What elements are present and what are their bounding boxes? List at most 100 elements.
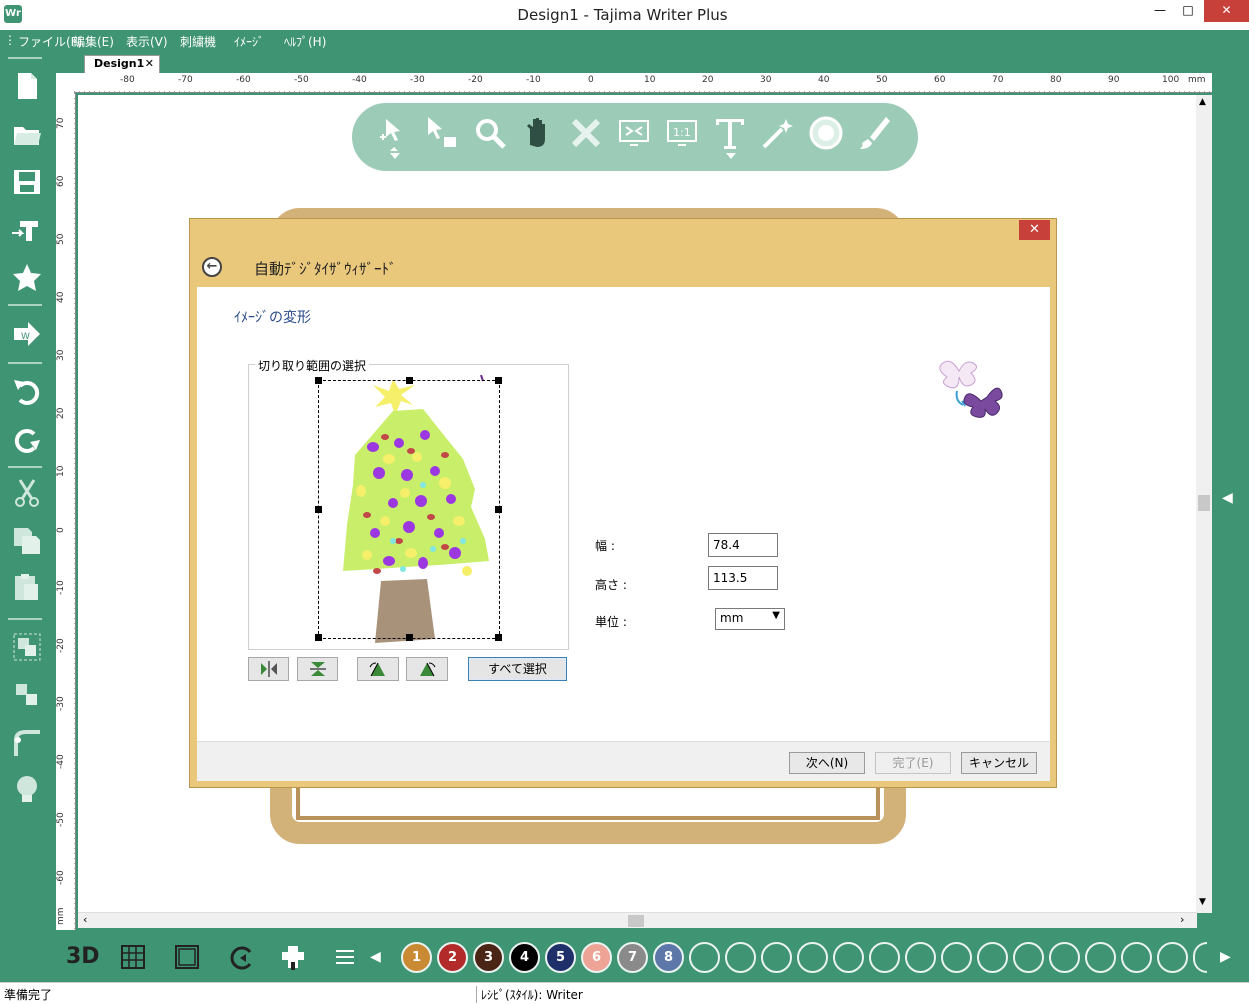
- crop-handle-bottom[interactable]: [406, 634, 413, 641]
- crop-handle-right[interactable]: [495, 506, 502, 513]
- vertical-scroll-thumb[interactable]: [1198, 495, 1210, 511]
- color-chip-6[interactable]: 6: [581, 942, 612, 973]
- group-icon[interactable]: [12, 632, 42, 662]
- empty-color-slot[interactable]: [1121, 942, 1152, 973]
- horizontal-scroll-thumb[interactable]: [628, 915, 644, 927]
- text-tool-dropdown-icon[interactable]: [726, 153, 736, 159]
- node-edit-icon[interactable]: [12, 728, 42, 758]
- color-chip-1[interactable]: 1: [401, 942, 432, 973]
- 3d-view-button[interactable]: 3D: [66, 942, 100, 972]
- rotate-left-button[interactable]: [357, 657, 399, 681]
- pan-hand-icon[interactable]: [520, 115, 556, 151]
- empty-color-slot[interactable]: [761, 942, 792, 973]
- save-icon[interactable]: [12, 167, 42, 197]
- minimize-button[interactable]: —: [1146, 0, 1174, 22]
- crop-selection-rectangle[interactable]: [315, 377, 502, 641]
- magic-wand-icon[interactable]: [760, 115, 796, 151]
- ruler-tick-label: 40: [818, 75, 830, 85]
- empty-color-slot[interactable]: [1013, 942, 1044, 973]
- width-input[interactable]: [708, 533, 778, 557]
- crop-handle-bottom-right[interactable]: [495, 634, 502, 641]
- dialog-close-button[interactable]: ✕: [1019, 220, 1050, 240]
- empty-color-slot[interactable]: [977, 942, 1008, 973]
- transform-icon[interactable]: [376, 115, 412, 151]
- empty-color-slot[interactable]: [941, 942, 972, 973]
- select-all-button[interactable]: すべて選択: [468, 657, 567, 681]
- close-window-button[interactable]: ✕: [1204, 0, 1249, 22]
- crop-handle-top-left[interactable]: [315, 377, 322, 384]
- menu-edit[interactable]: 編集(E): [73, 33, 114, 50]
- empty-color-slot[interactable]: [797, 942, 828, 973]
- paste-icon[interactable]: [12, 572, 42, 602]
- vertical-scrollbar[interactable]: ▲ ▼: [1196, 95, 1212, 913]
- empty-color-slot[interactable]: [1085, 942, 1116, 973]
- empty-color-slot[interactable]: [1157, 942, 1188, 973]
- back-arrow-icon[interactable]: ←: [202, 257, 222, 277]
- empty-color-slot[interactable]: [1049, 942, 1080, 973]
- list-menu-icon[interactable]: [330, 942, 360, 972]
- unit-select[interactable]: mm ▼: [715, 608, 785, 630]
- empty-color-slot[interactable]: [833, 942, 864, 973]
- redo-icon[interactable]: [12, 424, 42, 454]
- cancel-button[interactable]: キャンセル: [961, 752, 1037, 774]
- maximize-button[interactable]: □: [1174, 0, 1202, 22]
- circle-icon[interactable]: [808, 115, 844, 151]
- zoom-icon[interactable]: [472, 115, 508, 151]
- ungroup-icon[interactable]: [12, 680, 42, 710]
- finish-button[interactable]: 完了(E): [875, 752, 951, 774]
- bulb-icon[interactable]: [12, 774, 42, 804]
- crop-handle-top-right[interactable]: [495, 377, 502, 384]
- menu-machine[interactable]: 刺繍機: [180, 33, 216, 50]
- tab-design1[interactable]: Design1 ✕: [84, 55, 160, 73]
- thread-color-icon[interactable]: [278, 942, 308, 972]
- empty-color-slot[interactable]: [869, 942, 900, 973]
- crop-handle-bottom-left[interactable]: [315, 634, 322, 641]
- grid-icon[interactable]: [118, 942, 148, 972]
- scroll-right-icon[interactable]: ›: [1180, 913, 1184, 926]
- transform-dropdown-icon[interactable]: [390, 153, 400, 159]
- menu-help[interactable]: ﾍﾙﾌﾟ(H): [284, 33, 326, 50]
- crop-handle-left[interactable]: [315, 506, 322, 513]
- empty-color-slot[interactable]: [725, 942, 756, 973]
- rotate-right-button[interactable]: [406, 657, 448, 681]
- new-file-icon[interactable]: [12, 71, 42, 101]
- send-to-machine-icon[interactable]: [12, 215, 42, 245]
- select-icon[interactable]: [424, 115, 460, 151]
- scroll-up-icon[interactable]: ▲: [1199, 97, 1206, 107]
- menu-image[interactable]: ｲﾒｰｼﾞ: [234, 33, 264, 50]
- cut-icon[interactable]: [12, 478, 42, 508]
- crop-handle-top[interactable]: [406, 377, 413, 384]
- empty-color-slot[interactable]: [689, 942, 720, 973]
- next-button[interactable]: 次へ(N): [789, 752, 865, 774]
- open-folder-icon[interactable]: [12, 119, 42, 149]
- flip-vertical-button[interactable]: [297, 657, 338, 681]
- flip-horizontal-button[interactable]: [248, 657, 289, 681]
- delete-icon[interactable]: [568, 115, 604, 151]
- export-icon[interactable]: W: [12, 320, 42, 350]
- tab-close-icon[interactable]: ✕: [145, 56, 154, 72]
- color-chip-5[interactable]: 5: [545, 942, 576, 973]
- color-chip-8[interactable]: 8: [653, 942, 684, 973]
- color-chip-7[interactable]: 7: [617, 942, 648, 973]
- scroll-left-icon[interactable]: ‹: [83, 913, 87, 926]
- copy-icon[interactable]: [12, 526, 42, 556]
- fit-screen-icon[interactable]: [616, 115, 652, 151]
- actual-size-icon[interactable]: 1:1: [664, 115, 700, 151]
- text-icon[interactable]: [712, 115, 748, 151]
- stitch-sequence-icon[interactable]: [226, 942, 256, 972]
- color-chip-2[interactable]: 2: [437, 942, 468, 973]
- horizontal-scrollbar[interactable]: ‹ ›: [78, 912, 1197, 928]
- panel-collapse-arrow-icon[interactable]: ◀: [1222, 490, 1238, 514]
- scroll-down-icon[interactable]: ▼: [1199, 897, 1206, 907]
- empty-color-slot[interactable]: [905, 942, 936, 973]
- menu-view[interactable]: 表示(V): [126, 33, 168, 50]
- color-scroll-right-icon[interactable]: ▶: [1220, 942, 1240, 972]
- hoop-view-icon[interactable]: [172, 942, 202, 972]
- color-chip-4[interactable]: 4: [509, 942, 540, 973]
- color-scroll-left-icon[interactable]: ◀: [370, 942, 400, 972]
- brush-icon[interactable]: [856, 115, 892, 151]
- height-input[interactable]: [708, 566, 778, 590]
- undo-icon[interactable]: [12, 376, 42, 406]
- star-icon[interactable]: [12, 262, 42, 292]
- color-chip-3[interactable]: 3: [473, 942, 504, 973]
